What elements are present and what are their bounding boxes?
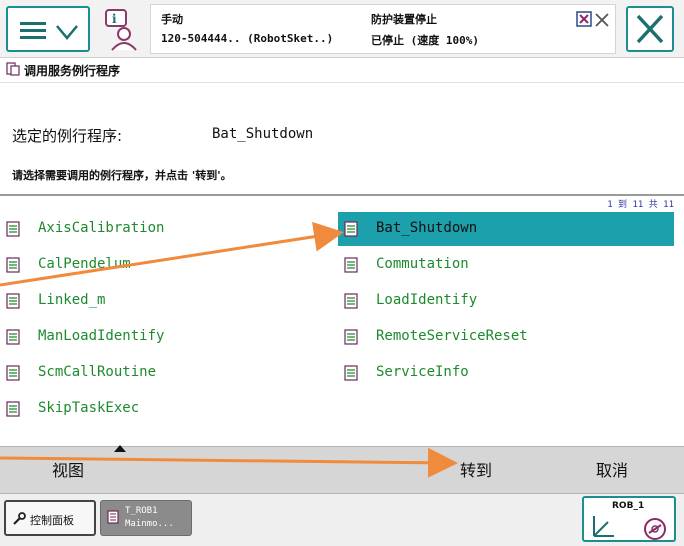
instruction-text: 请选择需要调用的例行程序，并点击 '转到'。 — [12, 169, 232, 182]
control-panel-tab[interactable]: 控制面板 — [4, 500, 96, 536]
main-menu-button[interactable] — [6, 6, 90, 52]
goto-button[interactable]: 转到 — [408, 447, 544, 495]
operator-status-icon[interactable]: i — [100, 6, 144, 52]
svg-text:i: i — [112, 12, 117, 26]
run-status: 已停止 (速度 100%) — [371, 34, 479, 47]
task-bar: 控制面板 T_ROB1 Mainmo... ROB_1 — [0, 494, 684, 546]
breadcrumb-title: 调用服务例行程序 — [24, 64, 121, 78]
routine-label: Commutation — [376, 256, 469, 272]
routine-item[interactable]: ServiceInfo — [338, 356, 674, 390]
controller-name: 120-504444.. (RobotSket..) — [161, 32, 334, 45]
routine-label: Bat_Shutdown — [376, 220, 478, 236]
routine-label: LoadIdentify — [376, 292, 478, 308]
close-button[interactable] — [626, 6, 674, 52]
routine-icon — [6, 221, 20, 237]
selected-routine-value: Bat_Shutdown — [212, 126, 314, 142]
goto-button-label: 转到 — [459, 461, 492, 480]
mode-status: 手动 — [161, 13, 183, 26]
routine-item[interactable]: ManLoadIdentify — [0, 320, 336, 354]
coordinate-axes-icon — [593, 516, 614, 537]
routine-label: RemoteServiceReset — [376, 328, 528, 344]
routine-label: AxisCalibration — [38, 220, 165, 236]
routine-list: 1 到 11 共 11 AxisCalibration Bat_Shutdown C… — [0, 196, 684, 446]
routine-icon — [344, 257, 358, 273]
routine-item[interactable]: RemoteServiceReset — [338, 320, 674, 354]
window-icons — [576, 11, 609, 27]
program-icon — [107, 510, 119, 524]
top-bar: i 手动 120-504444.. (RobotSket..) 防护装置停止 已… — [0, 0, 684, 58]
routine-icon — [344, 329, 358, 345]
wrench-icon — [13, 512, 26, 525]
routine-icon — [344, 365, 358, 381]
routine-item[interactable]: Linked_m — [0, 284, 336, 318]
breadcrumb: 调用服务例行程序 — [0, 58, 684, 82]
routine-icon — [6, 257, 20, 273]
routine-label: ServiceInfo — [376, 364, 469, 380]
routine-item[interactable]: Bat_Shutdown — [338, 212, 674, 246]
status-panel[interactable]: 手动 120-504444.. (RobotSket..) 防护装置停止 已停止… — [150, 4, 616, 54]
page-info: 1 到 11 共 11 — [607, 200, 674, 210]
speed-icon — [644, 518, 666, 540]
quickset-robot-button[interactable]: ROB_1 — [582, 496, 676, 542]
routine-item[interactable]: SkipTaskExec — [0, 392, 336, 426]
selection-info: 选定的例行程序: Bat_Shutdown 请选择需要调用的例行程序，并点击 '… — [0, 82, 684, 196]
routine-label: CalPendelum — [38, 256, 131, 272]
view-button-label: 视图 — [51, 461, 84, 480]
routine-item[interactable]: CalPendelum — [0, 248, 336, 282]
routine-icon — [6, 329, 20, 345]
close-icon — [636, 14, 664, 44]
routine-icon — [6, 293, 20, 309]
cancel-button-label: 取消 — [595, 461, 628, 480]
safety-status: 防护装置停止 — [371, 13, 437, 26]
routine-item[interactable]: AxisCalibration — [0, 212, 336, 246]
view-button[interactable]: 视图 — [0, 445, 136, 495]
routine-label: ScmCallRoutine — [38, 364, 157, 380]
module-name: Mainmo... — [125, 519, 174, 529]
routine-label: ManLoadIdentify — [38, 328, 165, 344]
routine-item[interactable]: ScmCallRoutine — [0, 356, 336, 390]
routine-item[interactable]: LoadIdentify — [338, 284, 674, 318]
routine-icon — [344, 221, 358, 237]
menu-icon — [20, 22, 46, 40]
routine-icon — [344, 293, 358, 309]
routine-label: Linked_m — [38, 292, 106, 308]
routine-icon — [6, 62, 20, 76]
task-name: T_ROB1 — [125, 506, 158, 516]
routine-item[interactable]: Commutation — [338, 248, 674, 282]
task-window-tab[interactable]: T_ROB1 Mainmo... — [100, 500, 192, 536]
routine-icon — [6, 401, 20, 417]
control-panel-label: 控制面板 — [30, 514, 74, 527]
cancel-button[interactable]: 取消 — [544, 447, 680, 495]
selected-routine-label: 选定的例行程序: — [12, 127, 123, 145]
caret-up-icon — [114, 445, 126, 452]
bottom-command-bar: 视图 转到 取消 — [0, 445, 684, 495]
chevron-down-icon — [56, 25, 78, 40]
routine-label: SkipTaskExec — [38, 400, 140, 416]
routine-icon — [6, 365, 20, 381]
